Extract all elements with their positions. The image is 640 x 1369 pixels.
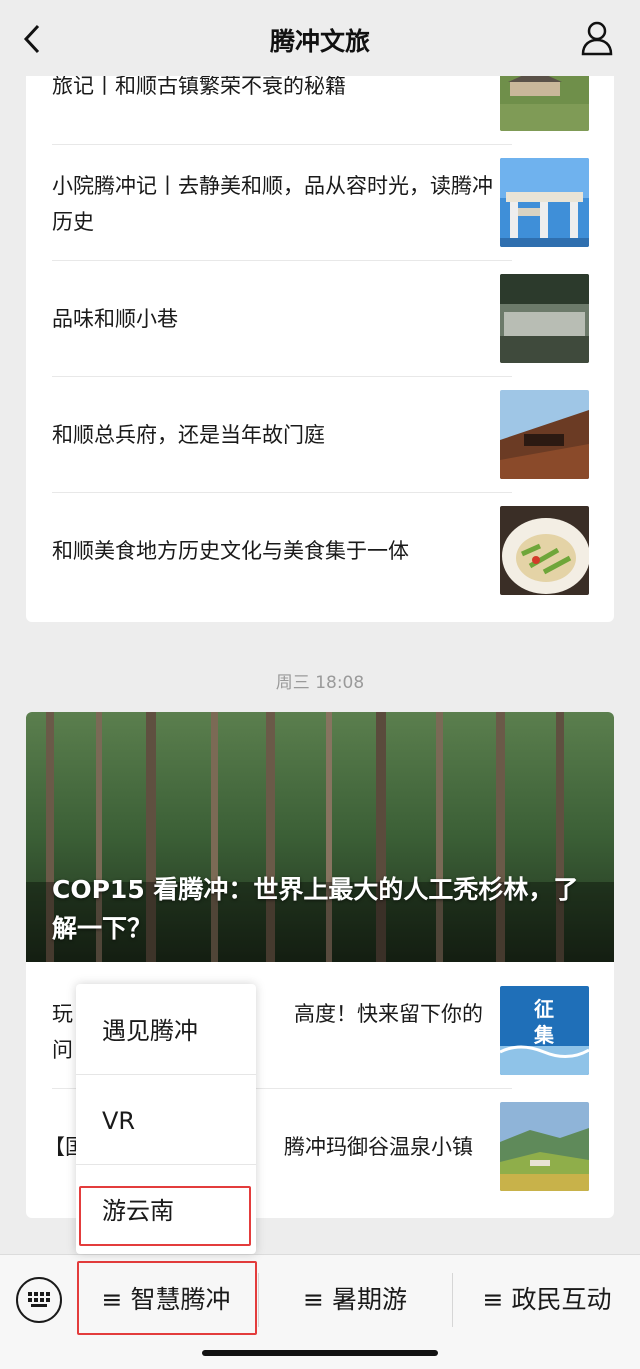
- article-thumbnail[interactable]: [500, 1102, 589, 1191]
- menu-summer-trip[interactable]: ≡ 暑期游: [260, 1263, 450, 1337]
- article-item[interactable]: 和顺总兵府，还是当年故门庭: [52, 390, 512, 506]
- article-thumbnail[interactable]: [500, 506, 589, 595]
- divider: [52, 144, 512, 145]
- article-item[interactable]: 旅记丨和顺古镇繁荣不衰的秘籍: [52, 60, 512, 172]
- svg-text:征: 征: [534, 997, 554, 1021]
- user-icon[interactable]: [580, 20, 614, 56]
- divider: [52, 492, 512, 493]
- submenu-popup: 遇见腾冲 VR 游云南: [76, 984, 256, 1254]
- featured-article-title: COP15 看腾冲：世界上最大的人工秃杉林，了解一下？: [52, 875, 579, 943]
- article-item[interactable]: 和顺美食地方历史文化与美食集于一体: [52, 506, 512, 622]
- divider: [452, 1273, 453, 1327]
- submenu-item-meet-tengchong[interactable]: 遇见腾冲: [76, 986, 256, 1076]
- article-item[interactable]: 小院腾冲记丨去静美和顺，品从容时光，读腾冲历史: [52, 158, 512, 274]
- divider: [52, 260, 512, 261]
- highlight-box: [77, 1261, 257, 1335]
- article-group-card: 旅记丨和顺古镇繁荣不衰的秘籍 小院腾冲记丨去静美和顺，品从容时光，读腾冲历史 品…: [26, 60, 614, 622]
- article-title: 和顺总兵府，还是当年故门庭: [52, 423, 325, 447]
- article-thumbnail[interactable]: 征 集: [500, 986, 589, 1075]
- divider: [258, 1273, 259, 1327]
- nav-bar: 腾冲文旅: [0, 0, 640, 76]
- article-title: 和顺美食地方历史文化与美食集于一体: [52, 539, 409, 563]
- submenu-item-vr[interactable]: VR: [76, 1076, 256, 1166]
- article-thumbnail[interactable]: [500, 274, 589, 363]
- divider: [76, 1164, 256, 1165]
- article-item[interactable]: 品味和顺小巷: [52, 274, 512, 390]
- featured-article[interactable]: COP15 看腾冲：世界上最大的人工秃杉林，了解一下？: [26, 712, 614, 962]
- article-title-fragment: 腾冲玛御谷温泉小镇: [284, 1135, 473, 1159]
- divider: [52, 376, 512, 377]
- keyboard-icon[interactable]: [16, 1277, 62, 1323]
- bottom-menu-bar: ≡ 智慧腾冲 ≡ 暑期游 ≡ 政民互动: [0, 1254, 640, 1369]
- menu-gov-interaction[interactable]: ≡ 政民互动: [454, 1263, 640, 1337]
- page-title: 腾冲文旅: [269, 27, 370, 56]
- svg-text:集: 集: [533, 1023, 555, 1047]
- divider: [76, 1074, 256, 1075]
- message-timestamp: 周三 18:08: [275, 673, 365, 693]
- article-thumbnail[interactable]: [500, 158, 589, 247]
- highlight-box: [79, 1186, 251, 1246]
- article-thumbnail[interactable]: [500, 390, 589, 479]
- home-indicator: [202, 1350, 438, 1356]
- article-title-fragment: 高度！快来留下你的: [294, 1002, 483, 1026]
- article-title: 品味和顺小巷: [52, 307, 178, 331]
- article-title: 小院腾冲记丨去静美和顺，品从容时光，读腾冲历史: [52, 174, 493, 234]
